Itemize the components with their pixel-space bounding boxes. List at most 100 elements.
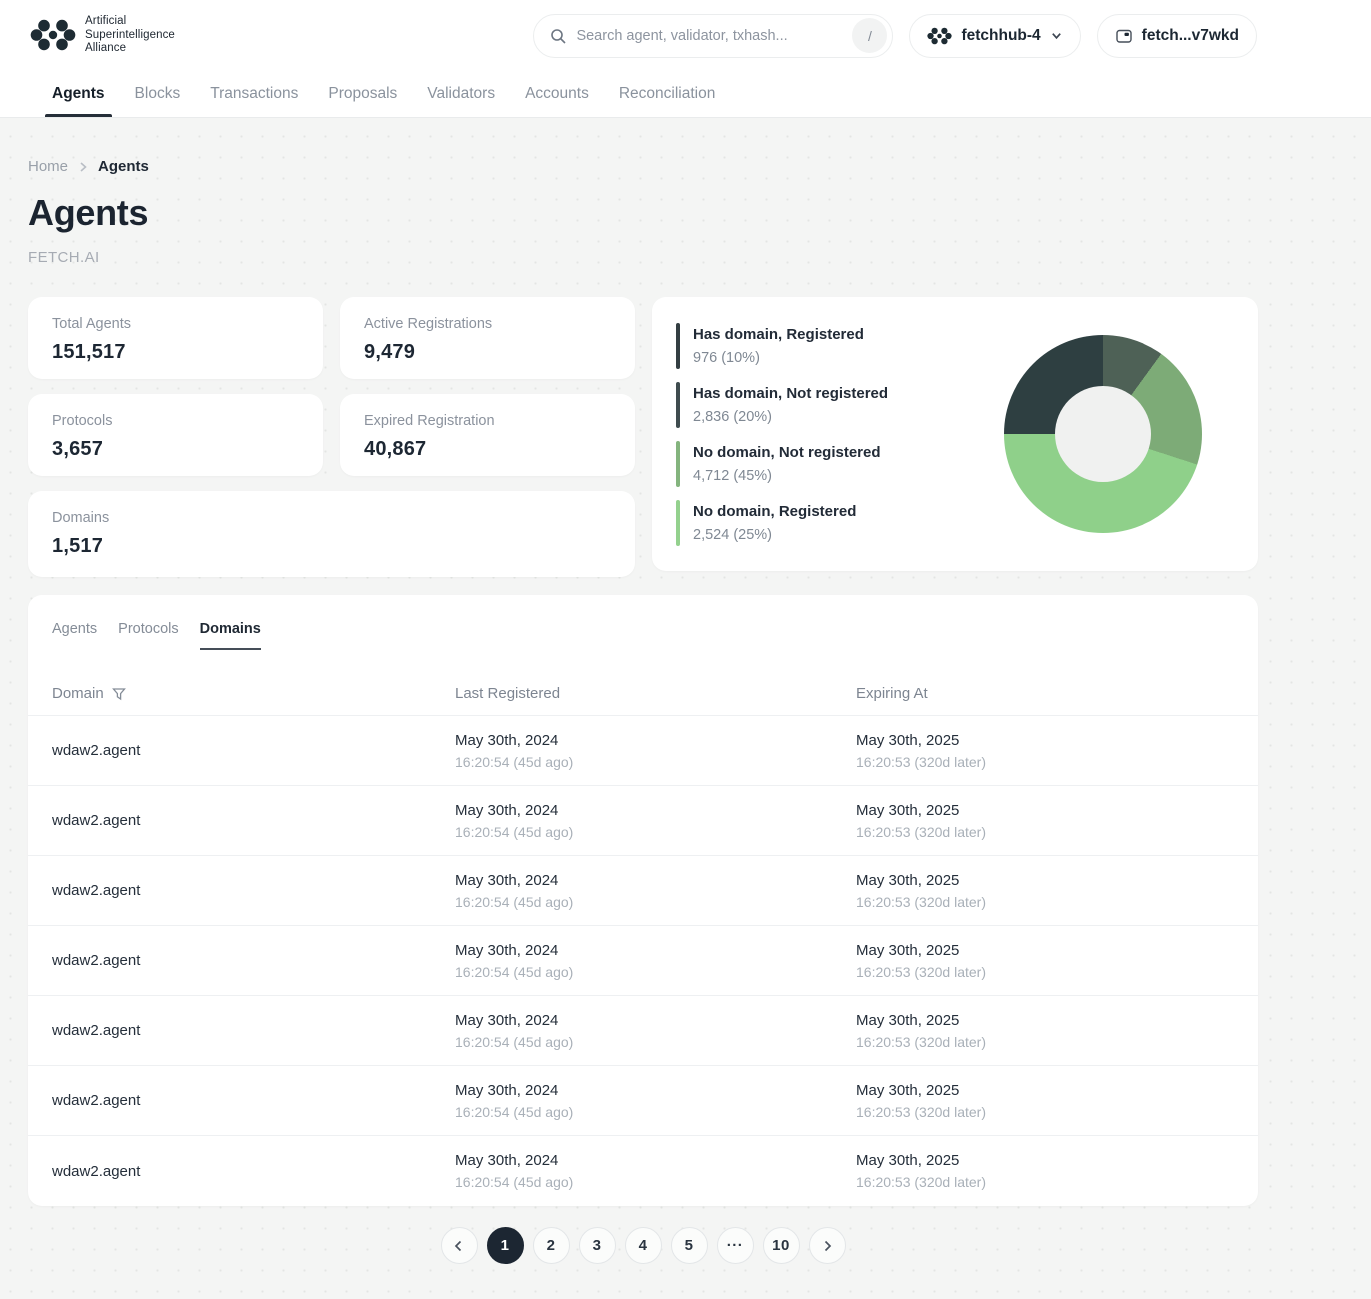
page-subtitle: FETCH.AI <box>28 249 100 266</box>
column-header-expiring-at: Expiring At <box>856 685 928 702</box>
table-tab-domains[interactable]: Domains <box>199 621 262 650</box>
pagination: 1 2 3 4 5 ··· 10 <box>28 1227 1258 1264</box>
cell-last-registered: May 30th, 2024 16:20:54 (45d ago) <box>455 732 856 770</box>
cell-last-registered: May 30th, 2024 16:20:54 (45d ago) <box>455 1152 856 1190</box>
table-row[interactable]: wdaw2.agent May 30th, 2024 16:20:54 (45d… <box>28 1066 1258 1136</box>
cell-expiring-at: May 30th, 2025 16:20:53 (320d later) <box>856 1082 1234 1120</box>
cell-domain: wdaw2.agent <box>52 882 141 899</box>
stats-grid: Total Agents 151,517 Active Registration… <box>28 297 635 577</box>
registered-time: 16:20:54 (45d ago) <box>455 1174 574 1190</box>
nav-tab-blocks[interactable]: Blocks <box>135 71 181 117</box>
cell-domain: wdaw2.agent <box>52 1022 141 1039</box>
chevron-right-icon <box>80 161 87 172</box>
search-input[interactable] <box>576 27 843 44</box>
main-nav: Agents Blocks Transactions Proposals Val… <box>0 71 1371 117</box>
table-row[interactable]: wdaw2.agent May 30th, 2024 16:20:54 (45d… <box>28 996 1258 1066</box>
breadcrumb-home-link[interactable]: Home <box>28 158 68 175</box>
wallet-icon <box>1115 29 1132 43</box>
cell-expiring-at: May 30th, 2025 16:20:53 (320d later) <box>856 872 1234 910</box>
legend-label: Has domain, Registered <box>693 325 864 343</box>
pagination-page-2[interactable]: 2 <box>532 1227 570 1264</box>
table-row[interactable]: wdaw2.agent May 30th, 2024 16:20:54 (45d… <box>28 1136 1258 1206</box>
nav-tab-validators[interactable]: Validators <box>427 71 495 117</box>
stat-value: 1,517 <box>52 535 104 557</box>
legend-label: No domain, Registered <box>693 502 857 520</box>
expiring-time: 16:20:53 (320d later) <box>856 753 986 770</box>
pagination-page-3[interactable]: 3 <box>578 1227 616 1264</box>
cell-expiring-at: May 30th, 2025 16:20:53 (320d later) <box>856 802 1234 840</box>
stat-card-active-registrations: Active Registrations 9,479 <box>340 297 635 379</box>
filter-icon[interactable] <box>111 687 126 701</box>
legend-color-bar <box>676 322 680 369</box>
legend-item: Has domain, Registered 976 (10%) <box>676 322 1004 369</box>
registered-date: May 30th, 2024 <box>455 1011 559 1029</box>
registered-date: May 30th, 2024 <box>455 801 559 819</box>
asi-alliance-logo[interactable]: Artificial Superintelligence Alliance <box>30 15 175 56</box>
cell-expiring-at: May 30th, 2025 16:20:53 (320d later) <box>856 1152 1234 1190</box>
table-row[interactable]: wdaw2.agent May 30th, 2024 16:20:54 (45d… <box>28 926 1258 996</box>
expiring-time: 16:20:53 (320d later) <box>856 963 986 980</box>
table-tab-protocols[interactable]: Protocols <box>118 621 178 646</box>
legend-value: 4,712 (45%) <box>693 467 772 484</box>
registered-time: 16:20:54 (45d ago) <box>455 963 574 980</box>
cell-domain: wdaw2.agent <box>52 1162 141 1180</box>
registered-date: May 30th, 2024 <box>455 871 559 889</box>
table-tab-agents[interactable]: Agents <box>52 621 97 646</box>
pagination-page-1[interactable]: 1 <box>486 1227 524 1264</box>
table-row[interactable]: wdaw2.agent May 30th, 2024 16:20:54 (45d… <box>28 856 1258 926</box>
pagination-next-button[interactable] <box>808 1227 846 1264</box>
expiring-date: May 30th, 2025 <box>856 731 960 749</box>
legend-value: 2,524 (25%) <box>693 526 772 543</box>
expiring-date: May 30th, 2025 <box>856 871 960 889</box>
expiring-time: 16:20:53 (320d later) <box>856 1174 986 1190</box>
legend-value: 2,836 (20%) <box>693 408 772 425</box>
pagination-next-button-icon <box>824 1240 832 1251</box>
registered-date: May 30th, 2024 <box>455 1081 559 1099</box>
pagination-page-4[interactable]: 4 <box>624 1227 662 1264</box>
donut-hole <box>1055 386 1151 482</box>
cell-last-registered: May 30th, 2024 16:20:54 (45d ago) <box>455 1012 856 1050</box>
wallet-button[interactable]: fetch...v7wkd <box>1096 13 1257 58</box>
cell-domain: wdaw2.agent <box>52 952 141 969</box>
stat-card-protocols: Protocols 3,657 <box>28 394 323 476</box>
legend-label: No domain, Not registered <box>693 443 881 461</box>
table-tabs: Agents Protocols Domains <box>28 621 1258 650</box>
cell-expiring-at: May 30th, 2025 16:20:53 (320d later) <box>856 732 1234 770</box>
stat-value: 3,657 <box>52 438 104 460</box>
stat-card-expired-registration: Expired Registration 40,867 <box>340 394 635 476</box>
nav-tab-accounts[interactable]: Accounts <box>525 71 589 117</box>
nav-tab-agents[interactable]: Agents <box>45 71 112 117</box>
network-logo-icon <box>927 27 953 44</box>
search-bar[interactable]: / <box>533 13 894 58</box>
registered-time: 16:20:54 (45d ago) <box>455 893 574 910</box>
registered-time: 16:20:54 (45d ago) <box>455 1033 574 1050</box>
nav-tab-proposals[interactable]: Proposals <box>328 71 397 117</box>
registered-date: May 30th, 2024 <box>455 731 559 749</box>
expiring-time: 16:20:53 (320d later) <box>856 823 986 840</box>
table-row[interactable]: wdaw2.agent May 30th, 2024 16:20:54 (45d… <box>28 716 1258 786</box>
cell-last-registered: May 30th, 2024 16:20:54 (45d ago) <box>455 1082 856 1120</box>
registered-time: 16:20:54 (45d ago) <box>455 1103 574 1120</box>
expiring-date: May 30th, 2025 <box>856 1011 960 1029</box>
nav-tab-transactions[interactable]: Transactions <box>210 71 298 117</box>
legend-item: No domain, Registered 2,524 (25%) <box>676 499 1004 546</box>
table-header-row: Domain Last Registered Expiring At <box>28 672 1258 716</box>
table-row[interactable]: wdaw2.agent May 30th, 2024 16:20:54 (45d… <box>28 786 1258 856</box>
column-header-domain: Domain <box>52 685 455 702</box>
chevron-down-icon <box>1051 33 1061 40</box>
network-selector[interactable]: fetchhub-4 <box>909 13 1081 58</box>
nav-tab-reconciliation[interactable]: Reconciliation <box>619 71 716 117</box>
legend-color-bar <box>676 381 680 428</box>
pagination-page-10[interactable]: 10 <box>762 1227 800 1264</box>
column-header-last-registered: Last Registered <box>455 685 561 702</box>
expiring-date: May 30th, 2025 <box>856 1081 960 1099</box>
page-title: Agents <box>28 192 149 233</box>
breadcrumb: Home Agents <box>28 158 1258 175</box>
legend-value: 976 (10%) <box>693 349 760 366</box>
cell-last-registered: May 30th, 2024 16:20:54 (45d ago) <box>455 872 856 910</box>
expiring-time: 16:20:53 (320d later) <box>856 1033 986 1050</box>
pagination-ellipsis[interactable]: ··· <box>716 1227 754 1264</box>
pagination-page-5[interactable]: 5 <box>670 1227 708 1264</box>
expiring-date: May 30th, 2025 <box>856 801 960 819</box>
pagination-prev-button[interactable] <box>440 1227 478 1264</box>
